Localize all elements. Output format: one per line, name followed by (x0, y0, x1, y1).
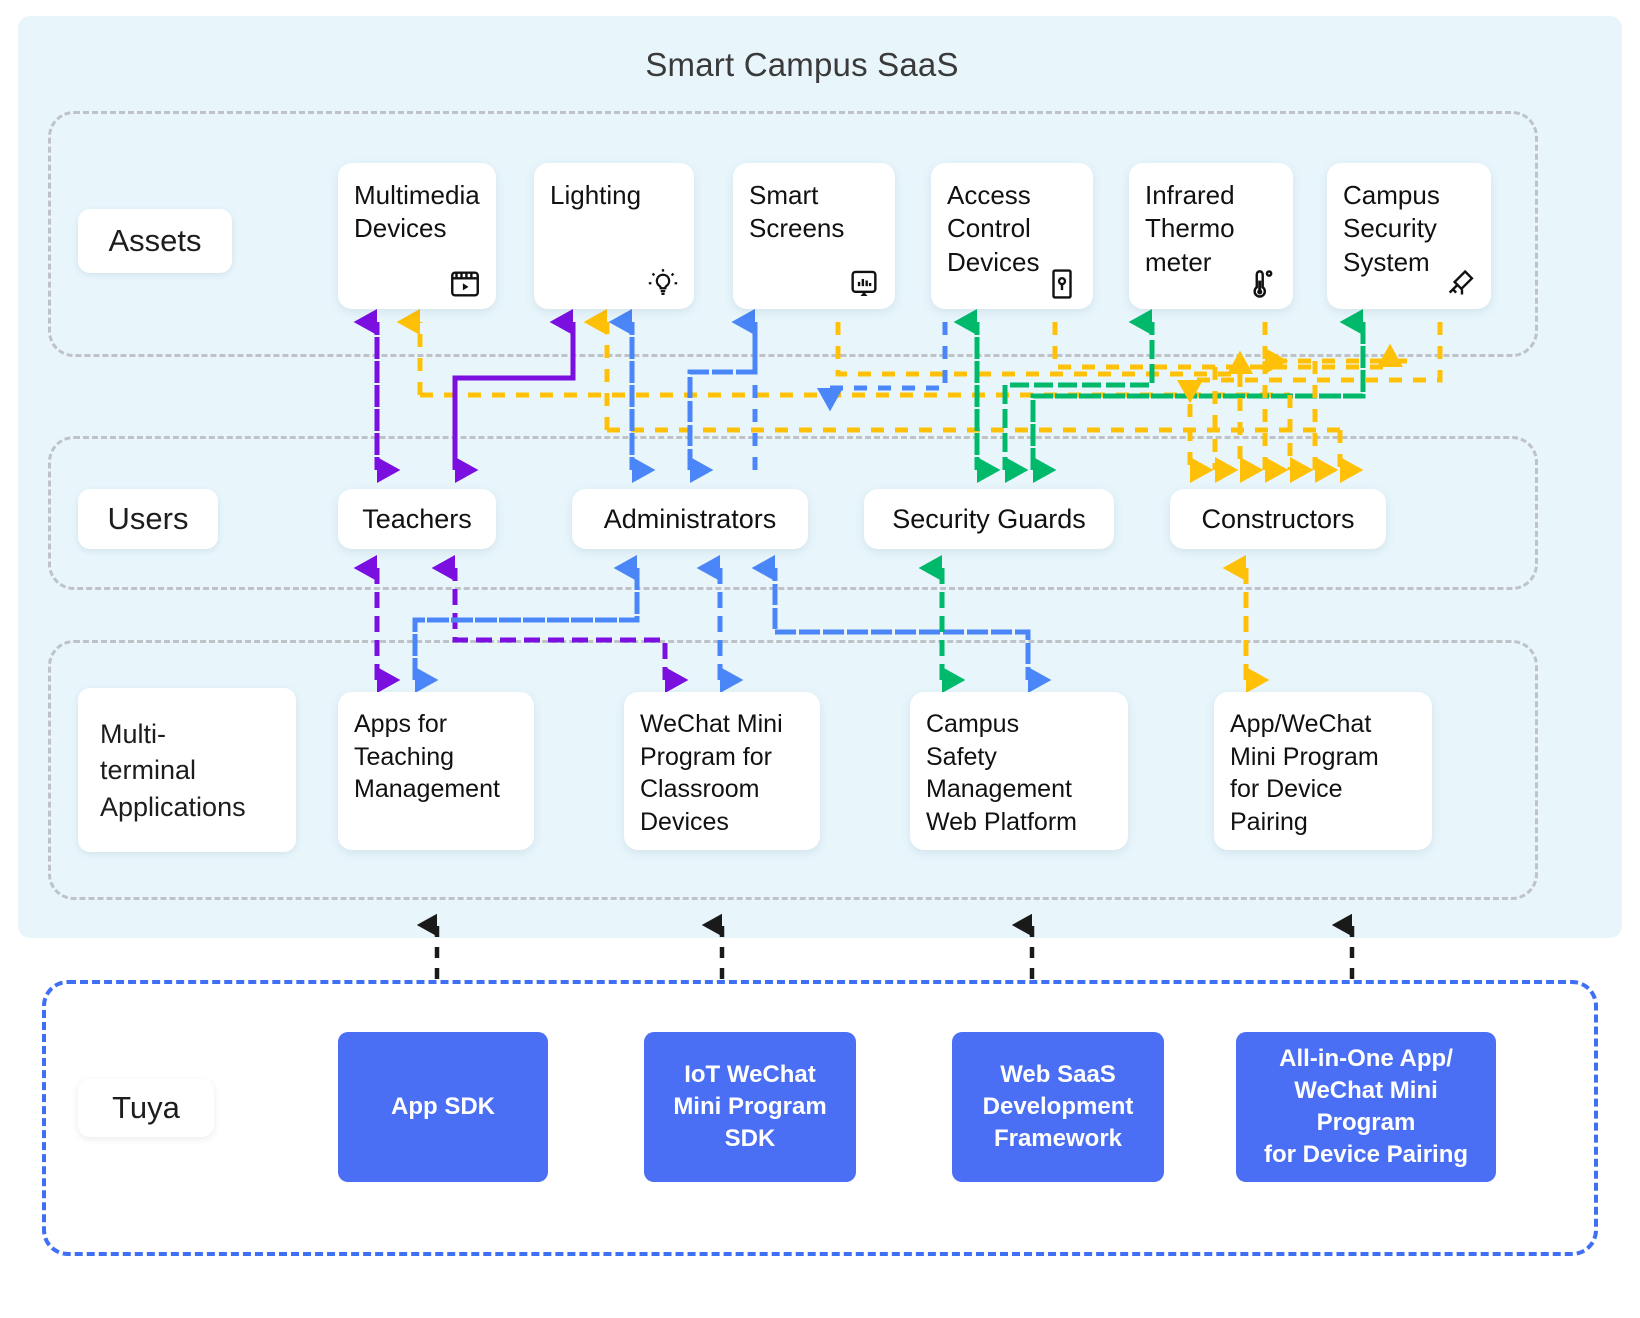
asset-card-label: Infrared Thermo meter (1145, 180, 1235, 277)
application-card-apps-for-teaching-management[interactable]: Apps for Teaching Management (338, 692, 534, 850)
asset-card-access-control-devices[interactable]: Access Control Devices (931, 163, 1093, 309)
application-card-label: WeChat Mini Program for Classroom Device… (640, 710, 783, 836)
asset-card-label: Lighting (550, 180, 642, 210)
asset-card-multimedia-devices[interactable]: Multimedia Devices (338, 163, 496, 309)
row-label-users: Users (78, 489, 218, 549)
tuya-card-app-sdk[interactable]: App SDK (338, 1032, 548, 1182)
tuya-card-label: Web SaaS Development Framework (982, 1060, 1134, 1153)
user-card-label: Teachers (362, 503, 472, 534)
user-card-teachers[interactable]: Teachers (338, 489, 496, 549)
application-card-label: App/WeChat Mini Program for Device Pairi… (1230, 710, 1379, 836)
user-card-label: Constructors (1201, 503, 1355, 534)
asset-card-lighting[interactable]: Lighting (534, 163, 694, 309)
application-card-label: Campus Safety Management Web Platform (926, 710, 1077, 836)
asset-card-campus-security-system[interactable]: Campus Security System (1327, 163, 1491, 309)
row-label-tuya: Tuya (78, 1079, 214, 1137)
diagram-canvas: Smart Campus SaaS Assets Multimedia Devi… (0, 0, 1640, 1318)
row-label-applications: Multi- terminal Applications (78, 688, 296, 852)
asset-card-label: Multimedia Devices (354, 180, 480, 244)
diagram-title: Smart Campus SaaS (645, 46, 959, 83)
door-key-icon (1052, 269, 1072, 299)
security-camera-icon (1448, 269, 1474, 295)
application-card-app-wechat-mini-program-for-device-pairing[interactable]: App/WeChat Mini Program for Device Pairi… (1214, 692, 1432, 850)
thermometer-icon (1253, 270, 1273, 298)
asset-card-label: Smart Screens (749, 180, 845, 244)
tuya-card-web-saas-development-framework[interactable]: Web SaaS Development Framework (952, 1032, 1164, 1182)
tuya-card-label: IoT WeChat Mini Program SDK (673, 1060, 827, 1153)
user-card-label: Security Guards (892, 503, 1086, 534)
user-card-security-guards[interactable]: Security Guards (864, 489, 1114, 549)
tuya-card-all-in-one-app-wechat-mini-program-for-device-pairing[interactable]: All-in-One App/ WeChat Mini Program for … (1236, 1032, 1496, 1182)
light-bulb-icon (648, 269, 678, 296)
application-card-label: Apps for Teaching Management (354, 710, 500, 803)
user-card-administrators[interactable]: Administrators (572, 489, 808, 549)
user-card-label: Administrators (603, 503, 777, 534)
asset-card-smart-screens[interactable]: Smart Screens (733, 163, 895, 309)
tuya-card-label: All-in-One App/ WeChat Mini Program for … (1263, 1044, 1469, 1169)
asset-card-infrared-thermometer[interactable]: Infrared Thermo meter (1129, 163, 1293, 309)
tuya-card-iot-wechat-mini-program-sdk[interactable]: IoT WeChat Mini Program SDK (644, 1032, 856, 1182)
application-card-campus-safety-management-web-platform[interactable]: Campus Safety Management Web Platform (910, 692, 1128, 850)
smart-screen-icon (851, 270, 877, 297)
row-label-assets: Assets (78, 209, 232, 273)
user-card-constructors[interactable]: Constructors (1170, 489, 1386, 549)
asset-card-label: Access Control Devices (947, 180, 1040, 277)
tuya-card-label: App SDK (391, 1092, 495, 1120)
application-card-wechat-mini-program-for-classroom-devices[interactable]: WeChat Mini Program for Classroom Device… (624, 692, 820, 850)
media-player-icon (451, 271, 479, 297)
asset-card-label: Campus Security System (1343, 180, 1440, 277)
